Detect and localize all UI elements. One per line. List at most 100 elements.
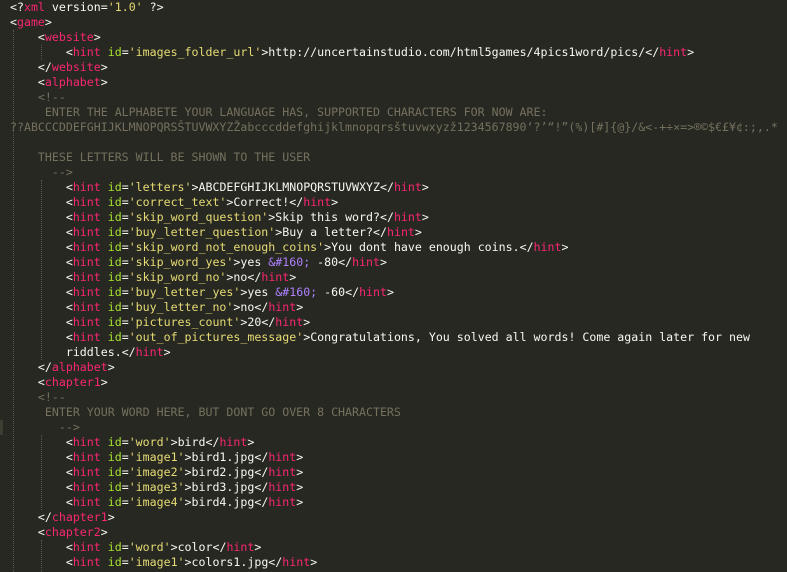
code-token: no bbox=[240, 300, 255, 314]
code-token: id bbox=[107, 450, 122, 464]
code-token: </ bbox=[373, 225, 387, 239]
code-token: = bbox=[121, 210, 129, 224]
code-token: < bbox=[65, 45, 73, 59]
code-token: hint bbox=[268, 495, 297, 509]
code-token: id bbox=[107, 315, 122, 329]
code-token: < bbox=[65, 210, 73, 224]
code-token: = bbox=[121, 45, 129, 59]
code-token: </ bbox=[254, 300, 269, 314]
code-token: id bbox=[107, 435, 122, 449]
code-token: hint bbox=[72, 495, 101, 509]
code-token: --> bbox=[10, 165, 73, 179]
code-token: hint bbox=[393, 210, 422, 224]
code-token: hint bbox=[72, 300, 101, 314]
code-line: ENTER YOUR WORD HERE, BUT DONT GO OVER 8… bbox=[10, 405, 401, 420]
code-token: colors1.jpg bbox=[191, 555, 269, 569]
code-token: 'images_folder_url' bbox=[128, 45, 262, 59]
code-line: <hint id='out_of_pictures_message'>Congr… bbox=[10, 330, 750, 345]
code-token: id bbox=[107, 255, 122, 269]
code-token: hint bbox=[72, 285, 101, 299]
code-line: --> bbox=[10, 420, 80, 435]
code-token: < bbox=[65, 330, 73, 344]
code-line: <hint id='buy_letter_no'>no</hint> bbox=[10, 300, 303, 315]
code-token: hint bbox=[72, 480, 101, 494]
code-token: hint bbox=[72, 450, 101, 464]
code-line: <alphabet> bbox=[10, 75, 108, 90]
code-line: <hint id='word'>bird</hint> bbox=[10, 435, 255, 450]
code-line: <game> bbox=[10, 15, 52, 30]
code-token: hint bbox=[72, 210, 101, 224]
code-token: > bbox=[184, 555, 192, 569]
code-token: hint bbox=[72, 255, 101, 269]
code-token: no bbox=[233, 270, 248, 284]
code-token: > bbox=[170, 540, 178, 554]
code-token: hint bbox=[386, 225, 415, 239]
code-token: < bbox=[65, 255, 73, 269]
code-token: > bbox=[421, 210, 429, 224]
code-token: > bbox=[289, 270, 297, 284]
code-token: version= bbox=[44, 0, 108, 14]
code-line: <hint id='word'>color</hint> bbox=[10, 540, 262, 555]
code-token: < bbox=[65, 465, 73, 479]
code-token: = bbox=[121, 495, 129, 509]
code-token: hint bbox=[219, 435, 248, 449]
code-token: hint bbox=[72, 315, 101, 329]
code-token: id bbox=[107, 330, 122, 344]
code-token: You dont have enough coins. bbox=[331, 240, 520, 254]
code-token: = bbox=[121, 195, 129, 209]
code-token: <!-- bbox=[10, 90, 66, 104]
code-line: <hint id='skip_word_no'>no</hint> bbox=[10, 270, 296, 285]
code-token: 'out_of_pictures_message' bbox=[128, 330, 304, 344]
code-token: ENTER YOUR WORD HERE, BUT DONT GO OVER 8… bbox=[10, 405, 401, 419]
code-token: hint bbox=[268, 465, 297, 479]
code-line: --> bbox=[10, 165, 73, 180]
code-token: < bbox=[65, 180, 73, 194]
code-token: > bbox=[303, 315, 311, 329]
code-line: <hint id='images_folder_url'>http://unce… bbox=[10, 45, 694, 60]
code-token: < bbox=[65, 540, 73, 554]
code-token: > bbox=[107, 510, 115, 524]
code-token: THESE LETTERS WILL BE SHOWN TO THE USER bbox=[10, 150, 311, 164]
code-token: = bbox=[121, 285, 129, 299]
code-token: > bbox=[163, 345, 171, 359]
code-editor[interactable]: <?xml version='1.0' ?> <game> <website> <… bbox=[0, 0, 787, 572]
code-token: hint bbox=[303, 195, 332, 209]
code-token: 'image3' bbox=[128, 480, 185, 494]
code-line: <hint id='image1'>colors1.jpg</hint> bbox=[10, 555, 317, 570]
code-token: < bbox=[65, 195, 73, 209]
code-token: bird2.jpg bbox=[191, 465, 255, 479]
code-token: chapter2 bbox=[44, 525, 101, 539]
code-token: hint bbox=[268, 300, 297, 314]
code-token: </ bbox=[379, 210, 394, 224]
code-token: 20 bbox=[247, 315, 262, 329]
code-token: id bbox=[107, 555, 122, 569]
code-token: '1.0' bbox=[107, 0, 143, 14]
code-token: 'skip_word_not_enough_coins' bbox=[128, 240, 325, 254]
code-line: <chapter1> bbox=[10, 375, 108, 390]
code-token: xml bbox=[23, 0, 45, 14]
code-token: hint bbox=[659, 45, 688, 59]
code-token: 'word' bbox=[128, 540, 171, 554]
code-token: </ bbox=[254, 450, 269, 464]
code-token: < bbox=[65, 495, 73, 509]
code-token: <? bbox=[10, 0, 24, 14]
code-token: hint bbox=[72, 180, 101, 194]
code-token: </ bbox=[261, 315, 276, 329]
code-line: <website> bbox=[10, 30, 101, 45]
code-token: </ bbox=[37, 510, 52, 524]
code-token: hint bbox=[72, 240, 101, 254]
code-token: > bbox=[93, 30, 101, 44]
